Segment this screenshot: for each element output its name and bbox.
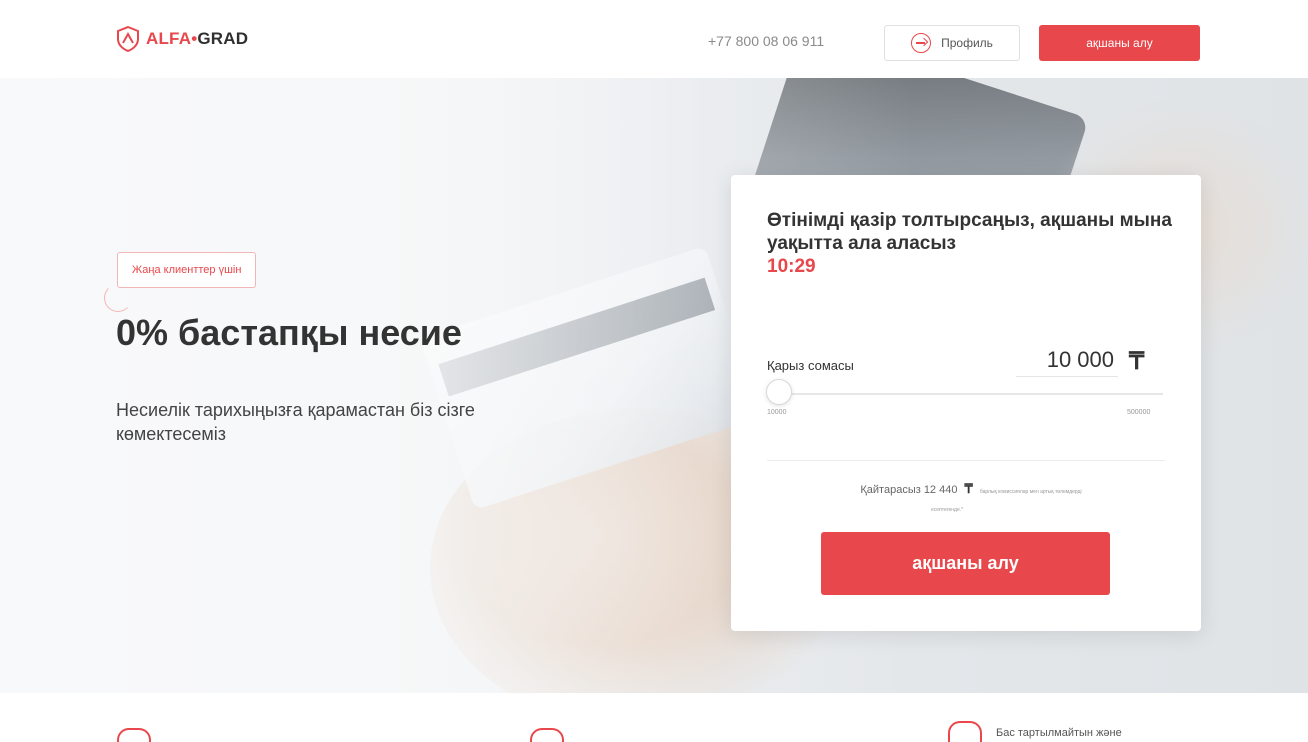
new-clients-badge: Жаңа клиенттер үшін [117, 252, 257, 288]
profile-button[interactable]: Профиль [884, 25, 1020, 61]
amount-label: Қарыз сомасы [767, 358, 854, 373]
logo-alfa: ALFA [146, 29, 192, 48]
feature-item-1 [117, 728, 151, 742]
features-strip: Бас тартылмайтын және [0, 693, 1308, 742]
form-title-text: Өтінімді қазір толтырсаңыз, ақшаны мына … [767, 210, 1172, 254]
header-get-money-button[interactable]: ақшаны алу [1039, 25, 1200, 61]
feature-icon-1 [117, 728, 151, 742]
feature-icon-3 [948, 721, 982, 742]
logo[interactable]: ALFA•GRAD [116, 26, 248, 52]
hero-title: 0% бастапқы несие [116, 312, 462, 353]
profile-label: Профиль [941, 36, 993, 50]
form-title: Өтінімді қазір толтырсаңыз, ақшаны мына … [767, 209, 1177, 278]
feature-item-2 [530, 728, 564, 742]
hero-section: Жаңа клиенттер үшін 0% бастапқы несие Не… [0, 78, 1308, 693]
amount-slider-handle[interactable] [766, 379, 792, 405]
loan-form-card: Өтінімді қазір толтырсаңыз, ақшаны мына … [731, 175, 1201, 631]
form-divider [767, 460, 1165, 461]
form-get-money-button[interactable]: ақшаны алу [821, 532, 1110, 595]
amount-input[interactable]: 10 000 [1016, 347, 1118, 377]
logo-grad: GRAD [197, 29, 249, 48]
badge-decoration [104, 284, 132, 312]
slider-max-label: 500000 [1127, 409, 1151, 416]
login-arrow-icon [911, 33, 932, 53]
hero-subtitle: Несиелік тарихыңызға қарамастан біз сізг… [116, 400, 475, 444]
return-note: барлық комиссиялар мен артық төлемдерді [979, 489, 1082, 495]
amount-slider-track[interactable] [771, 393, 1163, 395]
shield-logo-icon [117, 26, 139, 52]
feature-item-3-text: Бас тартылмайтын және [996, 727, 1122, 739]
tenge-icon: ₸ [1129, 348, 1145, 375]
logo-text: ALFA•GRAD [146, 29, 248, 49]
return-amount-text: Қайтарасыз 12 440 [860, 484, 958, 496]
tenge-small-icon: ₸ [964, 481, 973, 496]
feature-item-3: Бас тартылмайтын және [948, 721, 1122, 742]
phone-link[interactable]: +77 800 08 06 911 [708, 33, 824, 49]
return-amount-row: Қайтарасыз 12 440 ₸ барлық комиссиялар м… [791, 481, 1151, 497]
slider-min-label: 10000 [767, 409, 787, 416]
return-note-2: есептегенде.* [931, 507, 964, 513]
site-header: ALFA•GRAD +77 800 08 06 911 Профиль ақша… [0, 0, 1308, 78]
form-timer: 10:29 [767, 256, 816, 277]
feature-icon-2 [530, 728, 564, 742]
